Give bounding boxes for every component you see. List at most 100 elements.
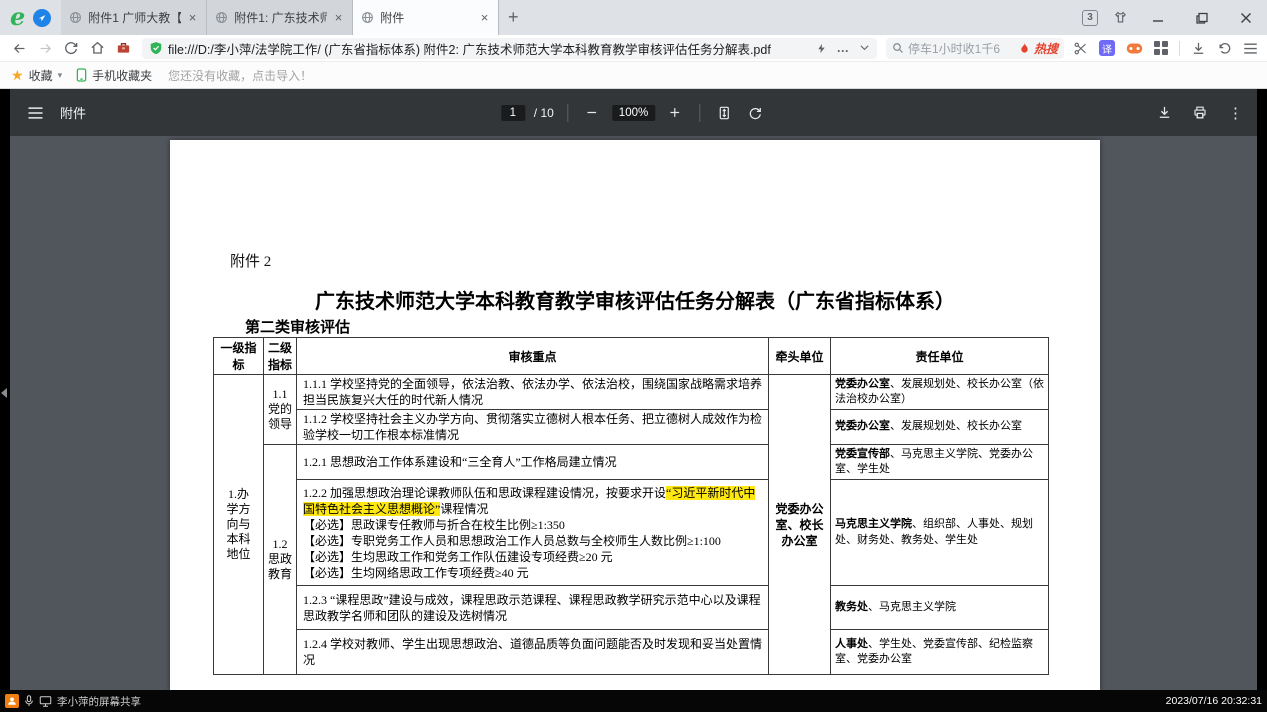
screen-share-icon[interactable]: [39, 696, 52, 707]
window-controls: 3: [1082, 6, 1267, 30]
table-header-cell: 一级指标: [214, 338, 264, 375]
responsible-unit-cell: 教务处、马克思主义学院: [831, 586, 1049, 630]
reload-icon[interactable]: [58, 36, 84, 60]
minimize-button[interactable]: [1143, 6, 1173, 30]
browser-logo-icon[interactable]: e: [10, 2, 25, 31]
theme-skin-icon[interactable]: [1112, 10, 1129, 25]
mobile-folder-label[interactable]: 手机收藏夹: [92, 67, 152, 84]
hot-search-label[interactable]: 热搜: [1034, 40, 1058, 57]
pdf-viewport[interactable]: 附件 2 广东技术师范大学本科教育教学审核评估任务分解表（广东省指标体系） 第二…: [10, 136, 1257, 690]
responsible-unit-cell: 党委宣传部、马克思主义学院、党委办公室、学生处: [831, 445, 1049, 480]
pdf-more-options-icon[interactable]: ⋮: [1228, 104, 1243, 122]
toolbar-divider: [567, 104, 568, 122]
more-tools-icon[interactable]: …: [837, 41, 850, 55]
screen-share-bar: 李小萍的屏幕共享 2023/07/16 20:32:31: [0, 690, 1267, 712]
clock-timestamp: 2023/07/16 20:32:31: [1166, 695, 1262, 707]
bookmarks-import-hint[interactable]: 您还没有收藏，点击导入！: [168, 67, 312, 84]
close-window-button[interactable]: [1231, 6, 1261, 30]
page-favicon-globe-icon: [215, 11, 228, 24]
lead-unit-cell: 党委办公室、校长办公室: [769, 375, 831, 675]
table-row: 1.2.2 加强思想政治理论课教师队伍和思政课程建设情况，按要求开设“习近平新时…: [214, 480, 1049, 586]
level2-indicator-cell: 1.1 党的领导: [264, 375, 297, 445]
responsible-unit-cell: 人事处、学生处、党委宣传部、纪检监察室、党委办公室: [831, 630, 1049, 675]
downloads-icon[interactable]: [1191, 41, 1206, 56]
flame-icon: [1019, 42, 1030, 55]
flash-save-icon[interactable]: [816, 42, 827, 55]
pdf-document-title: 附件: [60, 103, 86, 122]
new-tab-button[interactable]: +: [499, 4, 527, 32]
table-row: 1.2.3 “课程思政”建设与成效，课程思政示范课程、课程思政教学研究示范中心以…: [214, 586, 1049, 630]
level2-indicator-cell: 1.2 思政教育: [264, 445, 297, 675]
table-header-cell: 牵头单位: [769, 338, 831, 375]
pdf-page-controls: 1 / 10 100%: [501, 102, 766, 124]
url-text: file:///D:/李小萍/法学院工作/ (广东省指标体系) 附件2: 广东技…: [168, 39, 816, 58]
toolbar-divider: [699, 104, 700, 122]
page-count-label: / 10: [534, 106, 554, 120]
attachment-label: 附件 2: [230, 250, 271, 271]
search-box[interactable]: 停车1小时收1千6 热搜: [886, 38, 1064, 59]
favorites-label[interactable]: 收藏: [29, 67, 53, 84]
meeting-app-icon[interactable]: [5, 694, 19, 708]
url-field[interactable]: file:///D:/李小萍/法学院工作/ (广东省指标体系) 附件2: 广东技…: [142, 38, 877, 59]
review-focus-cell: 1.2.4 学校对教师、学生出现思想政治、道德品质等负面问题能否及时发现和妥当处…: [297, 630, 769, 675]
tab-close-icon[interactable]: ×: [479, 11, 491, 24]
maximize-button[interactable]: [1187, 6, 1217, 30]
table-header-row: 一级指标二级指标审核重点牵头单位责任单位: [214, 338, 1049, 375]
tab-2[interactable]: 附件1: 广东技术师范大学本科 ×: [207, 0, 353, 35]
responsible-unit-cell: 党委办公室、发展规划处、校长办公室: [831, 410, 1049, 445]
tab-count-badge[interactable]: 3: [1082, 10, 1098, 26]
translate-icon[interactable]: 译: [1099, 40, 1115, 56]
zoom-in-button[interactable]: [664, 102, 686, 124]
table-row: 1.办学方向与本科地位1.1 党的领导1.1.1 学校坚持党的全面领导，依法治教…: [214, 375, 1049, 410]
mobile-folder-icon[interactable]: [76, 68, 87, 82]
back-icon[interactable]: [6, 36, 32, 60]
screenshot-scissors-icon[interactable]: [1073, 41, 1088, 56]
fit-to-page-icon[interactable]: [713, 102, 735, 124]
rotate-page-icon[interactable]: [744, 102, 766, 124]
browser-tab-bar: e 附件1 广师大教【2019】168 × 附件1: 广东技术师范大学本科 × …: [0, 0, 1267, 35]
tab-title: 附件1: 广东技术师范大学本科: [234, 9, 326, 26]
site-safety-shield-icon[interactable]: [149, 41, 163, 55]
bookmarks-bar: ★ 收藏 ▾ 手机收藏夹 您还没有收藏，点击导入！: [0, 62, 1267, 89]
search-placeholder: 停车1小时收1千6: [908, 40, 1015, 57]
table-header-cell: 二级指标: [264, 338, 297, 375]
pdf-download-icon[interactable]: [1157, 105, 1172, 120]
page-favicon-globe-icon: [69, 11, 82, 24]
pinned-app-icon[interactable]: [33, 9, 51, 27]
page-number-input[interactable]: 1: [501, 105, 525, 121]
pdf-page: 附件 2 广东技术师范大学本科教育教学审核评估任务分解表（广东省指标体系） 第二…: [170, 140, 1100, 690]
table-row: 1.1.2 学校坚持社会主义办学方向、贯彻落实立德树人根本任务、把立德树人成效作…: [214, 410, 1049, 445]
forward-icon[interactable]: [32, 36, 58, 60]
pdf-sidebar-menu-icon[interactable]: [24, 102, 46, 124]
apps-grid-icon[interactable]: [1154, 41, 1168, 55]
favorites-star-icon[interactable]: ★: [11, 67, 24, 84]
page-favicon-globe-icon: [361, 11, 374, 24]
tab-close-icon[interactable]: ×: [333, 11, 345, 24]
table-header-cell: 责任单位: [831, 338, 1049, 375]
responsible-unit-cell: 马克思主义学院、组织部、人事处、规划处、财务处、教务处、学生处: [831, 480, 1049, 586]
pdf-print-icon[interactable]: [1192, 105, 1208, 120]
game-center-icon[interactable]: [1126, 42, 1143, 55]
tab-3-active[interactable]: 附件 ×: [353, 0, 499, 35]
table-row: 1.2.4 学校对教师、学生出现思想政治、道德品质等负面问题能否及时发现和妥当处…: [214, 630, 1049, 675]
zoom-out-button[interactable]: [581, 102, 603, 124]
home-icon[interactable]: [84, 36, 110, 60]
screen-share-label: 李小萍的屏幕共享: [57, 694, 141, 709]
document-title: 广东技术师范大学本科教育教学审核评估任务分解表（广东省指标体系）: [170, 285, 1100, 314]
tab-1[interactable]: 附件1 广师大教【2019】168 ×: [61, 0, 207, 35]
toolbox-icon[interactable]: [110, 36, 136, 60]
url-dropdown-chevron-icon[interactable]: [859, 44, 870, 52]
tab-close-icon[interactable]: ×: [187, 11, 199, 24]
microphone-icon[interactable]: [24, 695, 34, 707]
zoom-level-input[interactable]: 100%: [612, 105, 655, 121]
collapsed-panel-arrow-icon[interactable]: [1, 388, 7, 398]
favorites-caret-icon[interactable]: ▾: [58, 70, 63, 81]
review-focus-cell: 1.1.2 学校坚持社会主义办学方向、贯彻落实立德树人根本任务、把立德树人成效作…: [297, 410, 769, 445]
table-row: 1.2 思政教育1.2.1 思想政治工作体系建设和“三全育人”工作格局建立情况党…: [214, 445, 1049, 480]
level1-indicator-cell: 1.办学方向与本科地位: [214, 375, 264, 675]
tab-title: 附件: [380, 9, 472, 26]
restore-session-icon[interactable]: [1217, 41, 1232, 56]
review-focus-cell: 1.2.2 加强思想政治理论课教师队伍和思政课程建设情况，按要求开设“习近平新时…: [297, 480, 769, 586]
document-category: 第二类审核评估: [245, 316, 350, 337]
menu-hamburger-icon[interactable]: [1243, 42, 1258, 55]
